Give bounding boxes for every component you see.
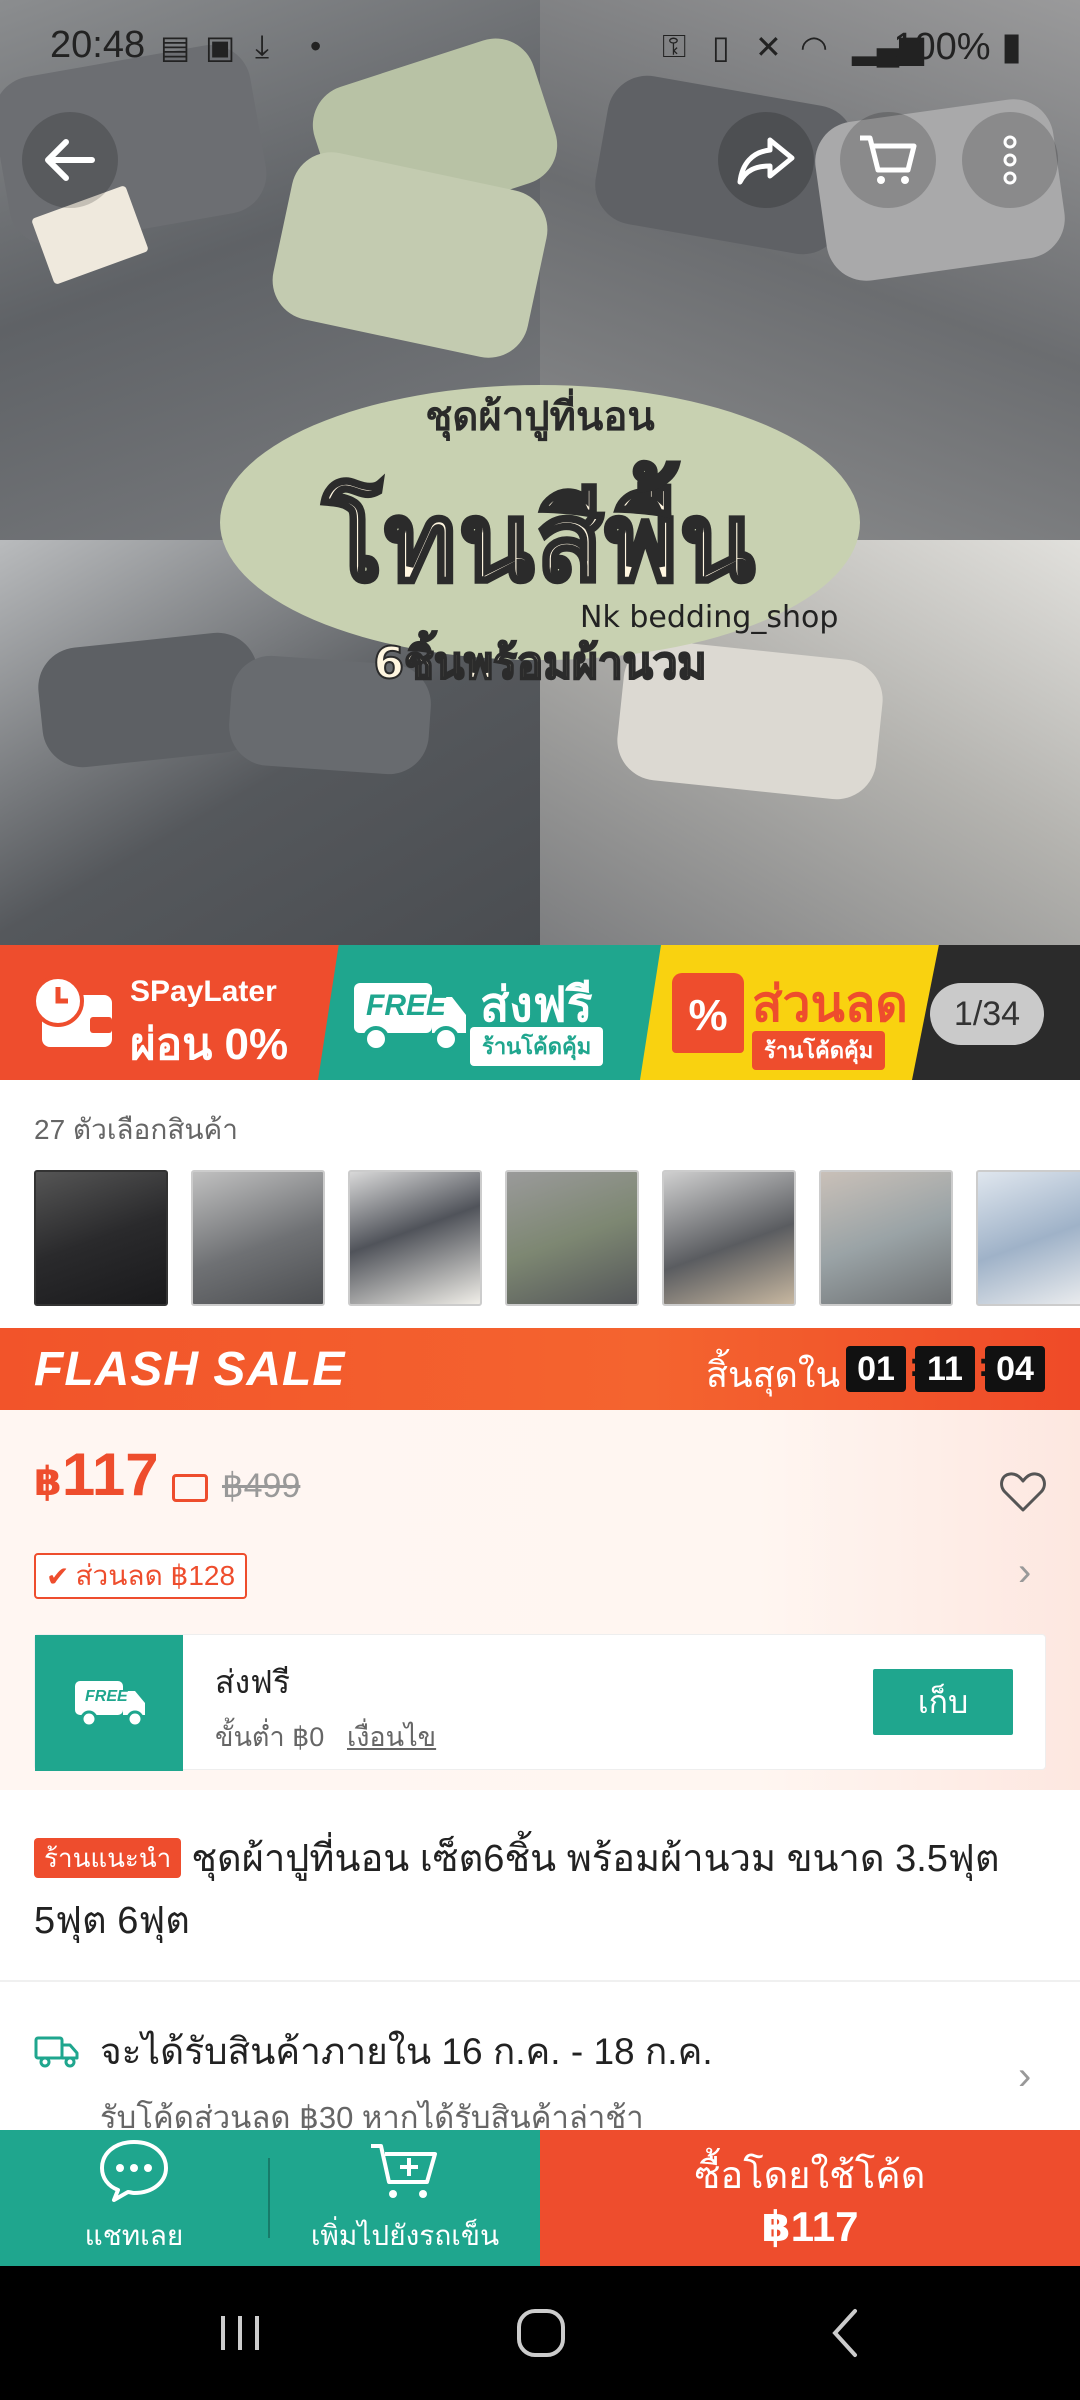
chevron-right-icon[interactable]: › (1018, 1550, 1031, 1595)
battery-level: 100% ▮ (893, 26, 1022, 68)
bottom-action-bar: แชทเลย เพิ่มไปยังรถเข็น ซื้อโดยใช้โค้ด ฿… (0, 2130, 1080, 2266)
shipping-conditions-link[interactable]: เงื่อนไข (347, 1715, 436, 1758)
voucher-stub: FREE (35, 1635, 183, 1771)
truck-icon (34, 2036, 79, 2068)
voucher-check-icon (172, 1474, 208, 1502)
chat-icon (100, 2140, 168, 2202)
flash-sale-ends-label: สิ้นสุดใน (706, 1354, 841, 1395)
add-cart-icon (371, 2144, 437, 2198)
recent-apps-button[interactable] (205, 2300, 275, 2366)
spaylater-brand: SPayLater (130, 975, 277, 1008)
document-icon: ▤ (160, 29, 191, 65)
status-time: 20:48 (50, 24, 146, 66)
discount-bag-icon: % (672, 973, 744, 1053)
buy-price: ฿117 (761, 2203, 859, 2250)
add-to-cart-button[interactable]: เพิ่มไปยังรถเข็น (270, 2130, 540, 2266)
system-navigation-bar (0, 2266, 1080, 2400)
recents-icon (221, 2316, 259, 2350)
chevron-right-icon[interactable]: › (1018, 2054, 1031, 2099)
recommended-shop-badge: ร้านแนะนำ (34, 1838, 182, 1878)
collect-voucher-button[interactable]: เก็บ (873, 1669, 1013, 1735)
more-vertical-icon (1003, 135, 1017, 185)
shipping-title: ส่งฟรี (215, 1664, 290, 1700)
heart-icon[interactable] (998, 1466, 1048, 1516)
variant-thumbnail[interactable] (819, 1170, 953, 1306)
add-to-cart-label: เพิ่มไปยังรถเข็น (310, 2220, 500, 2251)
product-title: ร้านแนะนำ ชุดผ้าปูที่นอน เซ็ต6ชิ้น พร้อมผ… (34, 1828, 1046, 1952)
free-shipping-sub: ร้านโค้ดคุ้ม (470, 1027, 604, 1066)
hero-line-3: 6ชิ้นพร้อมผ้านวม (373, 637, 708, 690)
countdown-hours: 01 (846, 1346, 906, 1392)
discount-tag[interactable]: ✔ ส่วนลด ฿128 (34, 1553, 248, 1599)
key-icon: ⚿ (662, 28, 687, 64)
more-options-button[interactable] (962, 112, 1058, 208)
cart-button[interactable] (840, 112, 936, 208)
wallet-clock-icon (32, 975, 112, 1047)
variant-thumbnail[interactable] (976, 1170, 1080, 1306)
image-icon: ▣ (205, 29, 236, 65)
home-button[interactable] (506, 2300, 576, 2366)
arrow-left-icon (45, 139, 95, 181)
chat-label: แชทเลย (84, 2220, 184, 2251)
spaylater-text: ผ่อน 0% (130, 1020, 289, 1069)
home-icon (517, 2309, 565, 2357)
wifi-icon: ◠ (800, 29, 828, 65)
shipping-minimum: ขั้นต่ำ ฿0 (215, 1722, 325, 1752)
chat-button[interactable]: แชทเลย (0, 2130, 268, 2266)
cart-icon (860, 135, 917, 184)
image-counter: 1/34 (930, 983, 1044, 1045)
free-shipping-voucher: FREE ส่งฟรี ขั้นต่ำ ฿0 เงื่อนไข เก็บ (34, 1634, 1046, 1771)
variant-thumbnail[interactable] (34, 1170, 168, 1306)
flash-sale-bar[interactable]: FLASH SALE สิ้นสุดใน 01 : 11 : 04 (0, 1328, 1080, 1410)
hero-headline: โทนสีพื้น (321, 476, 757, 608)
hero-line-1: ชุดผ้าปูที่นอน (425, 394, 655, 440)
variant-thumbnails[interactable] (34, 1170, 1080, 1306)
original-price: ฿499 (222, 1467, 301, 1505)
status-bar: 20:48 ▤ ▣ ⤓ • ⚿ ▯ ✕ ◠ ▂▄▆ 100% ▮ (0, 0, 1080, 96)
system-back-button[interactable] (810, 2300, 880, 2366)
flash-sale-title: FLASH SALE (34, 1343, 346, 1396)
current-price: ฿117 (34, 1441, 159, 1508)
back-button[interactable] (22, 112, 118, 208)
promo-banner-strip: SPayLater ผ่อน 0% FREE ส่งฟรี ร้านโค้ดคุ… (0, 945, 1080, 1080)
delivery-estimate[interactable]: จะได้รับสินค้าภายใน 16 ก.ค. - 18 ก.ค. (100, 2022, 713, 2081)
buy-with-code-button[interactable]: ซื้อโดยใช้โค้ด ฿117 (540, 2130, 1080, 2266)
divider (0, 1980, 1080, 1982)
variant-thumbnail[interactable] (348, 1170, 482, 1306)
variants-count: 27 ตัวเลือกสินค้า (34, 1114, 239, 1145)
variant-thumbnail[interactable] (505, 1170, 639, 1306)
share-button[interactable] (718, 112, 814, 208)
countdown-minutes: 11 (915, 1346, 975, 1392)
check-icon: ✔ (46, 1560, 70, 1592)
variant-thumbnail[interactable] (662, 1170, 796, 1306)
chevron-left-icon (832, 2309, 857, 2357)
download-icon: ⤓ (255, 28, 270, 64)
discount-tag-label: ส่วนลด ฿128 (75, 1560, 236, 1591)
discount-sub: ร้านโค้ดคุ้ม (752, 1031, 886, 1070)
bottom-left-actions: แชทเลย เพิ่มไปยังรถเข็น (0, 2130, 540, 2266)
dot-icon: • (310, 28, 322, 64)
share-icon (737, 137, 795, 185)
lock-icon: ▯ (712, 29, 730, 65)
free-badge-small: FREE (85, 1688, 128, 1705)
free-badge: FREE (366, 989, 447, 1022)
buy-with-code-label: ซื้อโดยใช้โค้ด (694, 2155, 926, 2197)
variant-thumbnail[interactable] (191, 1170, 325, 1306)
mute-icon: ✕ (755, 29, 782, 65)
countdown-seconds: 04 (985, 1346, 1045, 1392)
